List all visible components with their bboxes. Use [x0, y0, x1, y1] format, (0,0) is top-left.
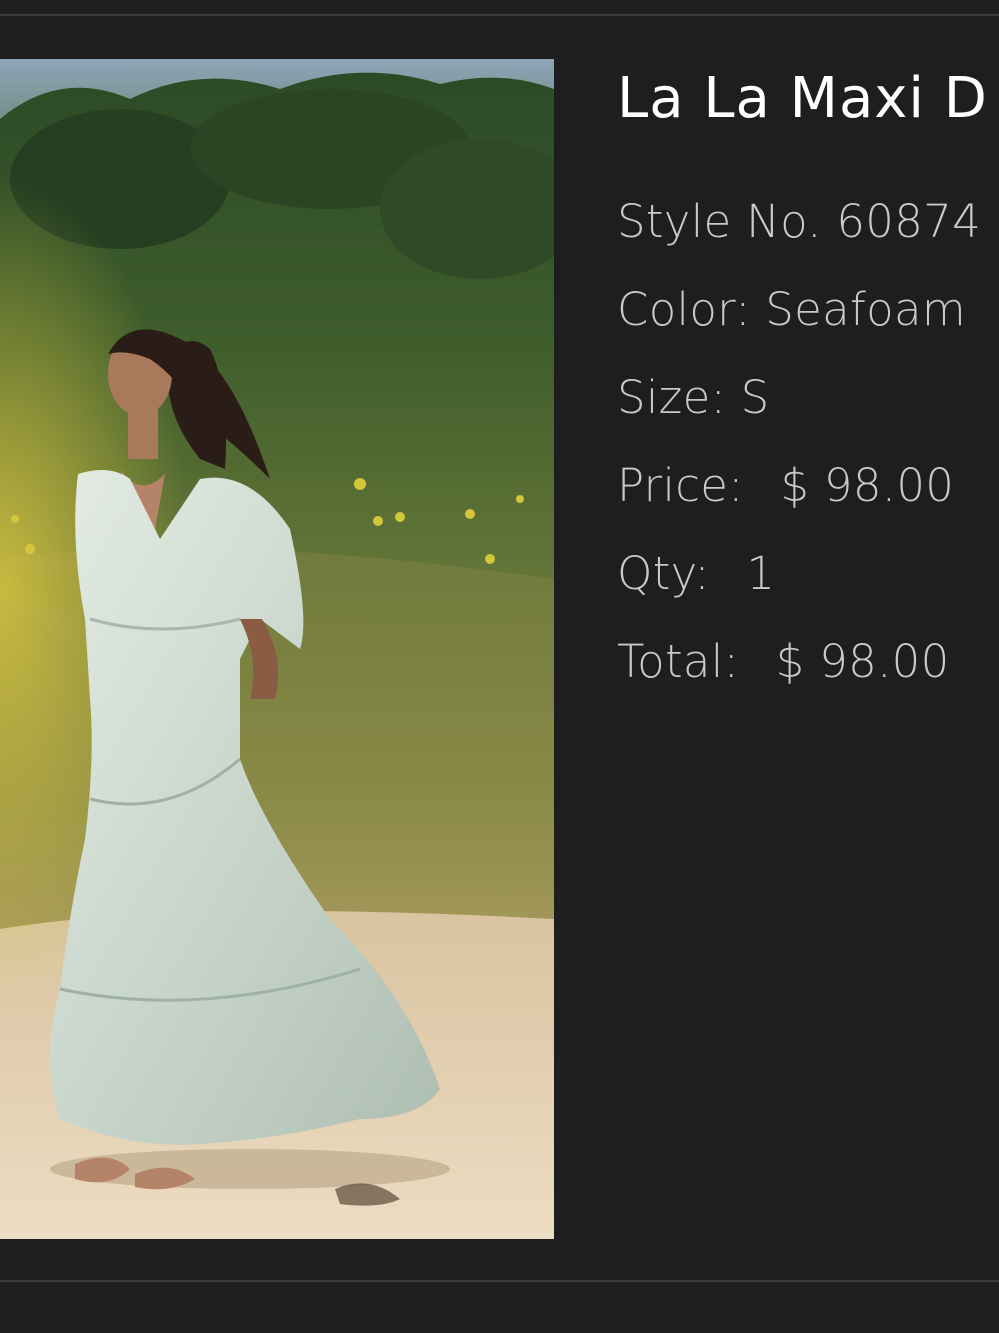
product-title[interactable]: La La Maxi D: [617, 64, 999, 134]
total-value: $ 98.00: [775, 635, 950, 688]
total-row: Total: $ 98.00: [617, 632, 999, 720]
style-label: Style No.: [617, 195, 822, 248]
size-label: Size:: [617, 371, 727, 424]
style-number-row: Style No. 60874: [617, 192, 999, 280]
style-value: 60874: [836, 195, 982, 248]
top-divider: [0, 14, 999, 16]
price-label: Price:: [617, 459, 744, 512]
color-label: Color:: [617, 283, 751, 336]
price-row: Price: $ 98.00: [617, 456, 999, 544]
qty-value: 1: [746, 547, 776, 600]
product-image[interactable]: [0, 59, 554, 1239]
product-details: Style No. 60874 Color: Seafoam Size: S P…: [617, 192, 999, 720]
price-value: $ 98.00: [780, 459, 955, 512]
qty-row: Qty: 1: [617, 544, 999, 632]
qty-label: Qty:: [617, 547, 710, 600]
bottom-divider: [0, 1280, 999, 1282]
color-value: Seafoam: [765, 283, 966, 336]
product-photo-icon: [0, 59, 554, 1239]
total-label: Total:: [617, 635, 740, 688]
product-info: La La Maxi D Style No. 60874 Color: Seaf…: [617, 64, 999, 720]
size-row: Size: S: [617, 368, 999, 456]
size-value: S: [740, 371, 770, 424]
color-row: Color: Seafoam: [617, 280, 999, 368]
